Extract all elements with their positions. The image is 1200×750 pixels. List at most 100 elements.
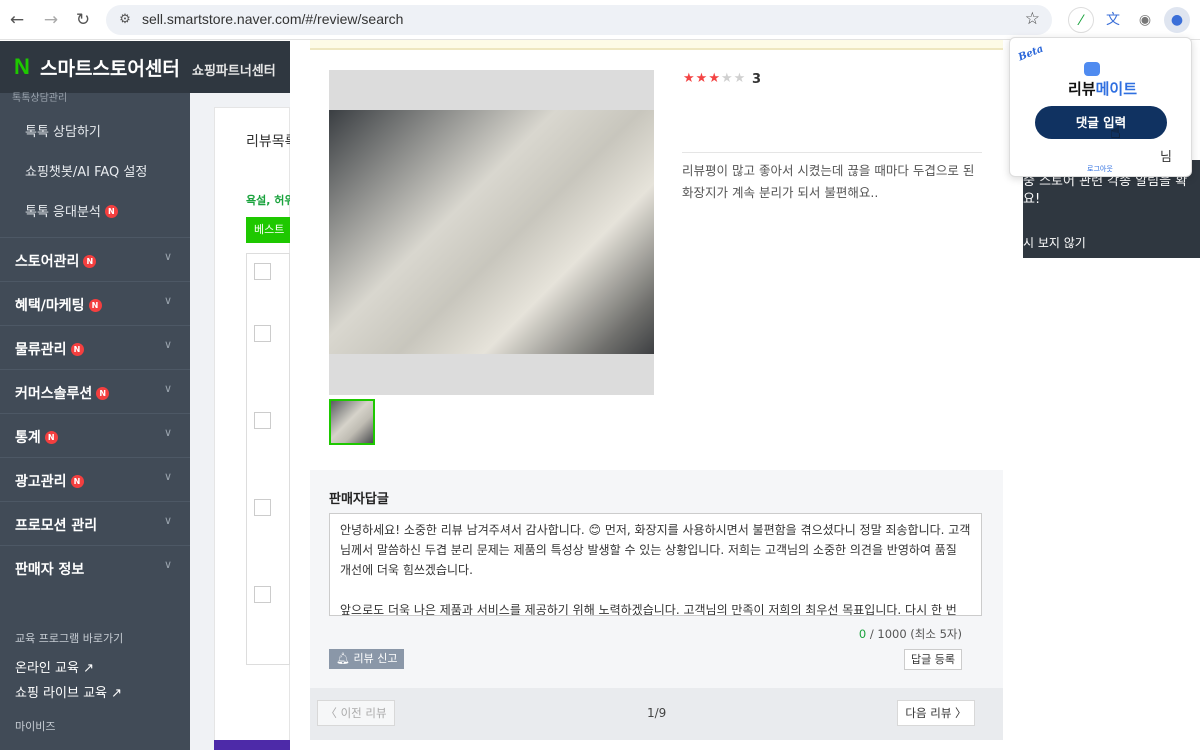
partner-center-link[interactable]: 쇼핑파트너센터 xyxy=(192,60,276,79)
submit-reply-button[interactable]: 답글 등록 xyxy=(904,649,962,670)
sidebar-item-label: 통계 xyxy=(15,430,41,446)
enter-comment-button[interactable]: 댓글 입력 xyxy=(1035,106,1167,139)
notification-text: 요! xyxy=(1023,192,1041,207)
prev-review-button[interactable]: 〈 이전 리뷰 xyxy=(317,700,395,726)
char-counter: 0 / 1000 (최소 5자) xyxy=(859,626,962,642)
review-pager: 〈 이전 리뷰 1/9 다음 리뷰 〉 xyxy=(310,688,1003,740)
row-checkbox[interactable] xyxy=(254,412,271,429)
star-empty-icon: ★ xyxy=(733,71,747,86)
review-mate-logo-icon xyxy=(1084,62,1100,76)
browser-toolbar: ← → ↻ ⚙ sell.smartstore.naver.com/#/revi… xyxy=(0,0,1200,40)
best-review-button[interactable]: 베스트리 xyxy=(246,217,290,262)
page-indicator: 1/9 xyxy=(647,706,667,720)
sidebar-item-talk-analysis[interactable]: 톡톡 응대분석 N xyxy=(0,189,190,229)
camera-icon[interactable]: ◉ xyxy=(1132,7,1158,33)
divider xyxy=(682,152,982,153)
reply-textarea[interactable]: 안녕하세요! 소중한 리뷰 남겨주셔서 감사합니다. 😊 먼저, 화장지를 사용… xyxy=(329,513,982,616)
star-empty-icon: ★ xyxy=(720,71,734,86)
popup-brand: 리뷰메이트 xyxy=(1068,78,1137,99)
review-mate-extension-icon[interactable]: ● xyxy=(1164,7,1190,33)
forward-icon[interactable]: → xyxy=(40,9,62,31)
sidebar-item-label: 쇼핑챗봇/AI FAQ 설정 xyxy=(25,165,148,180)
new-badge: N xyxy=(88,299,102,312)
modal-top-bar xyxy=(310,40,1003,50)
sidebar-item-label: 광고관리 xyxy=(15,474,67,490)
notice-text: 욕설, 허위 xyxy=(246,194,295,207)
sidebar-item-logistics[interactable]: 물류관리 N ∨ xyxy=(0,325,190,369)
chevron-down-icon: ∨ xyxy=(163,338,172,351)
chevron-down-icon: ∨ xyxy=(163,382,172,395)
review-photo[interactable] xyxy=(329,110,654,354)
review-table xyxy=(246,253,290,665)
row-checkbox[interactable] xyxy=(254,325,271,342)
brand-text-black: 리뷰 xyxy=(1068,80,1096,98)
sidebar-item-label: 프로모션 관리 xyxy=(15,518,98,534)
char-count-limit: / 1000 (최소 5자) xyxy=(866,627,962,641)
sidebar-item-talk-consult[interactable]: 톡톡 상담하기 xyxy=(0,109,190,149)
seller-reply-section: 판매자답글 안녕하세요! 소중한 리뷰 남겨주셔서 감사합니다. 😊 먼저, 화… xyxy=(310,470,1003,688)
rating-stars: ★★★★★ xyxy=(683,71,746,86)
new-badge: N xyxy=(104,205,118,218)
review-mate-popup: Beta 리뷰메이트 댓글 입력 님 로그아웃 xyxy=(1009,37,1192,177)
chevron-down-icon: ∨ xyxy=(163,514,172,527)
reply-title: 판매자답글 xyxy=(329,492,389,507)
sidebar-item-label: 물류관리 xyxy=(15,342,67,358)
sidebar-partial-heading: 톡톡상담관리 xyxy=(12,93,68,104)
back-icon[interactable]: ← xyxy=(6,9,28,31)
review-detail-modal: ★★★★★ 3 리뷰평이 많고 좋아서 시켰는데 끊을 때마다 두겹으로 된 화… xyxy=(290,40,1023,750)
sidebar-item-marketing[interactable]: 혜택/마케팅 N ∨ xyxy=(0,281,190,325)
bell-icon: 🔔︎ xyxy=(336,652,354,665)
row-checkbox[interactable] xyxy=(254,499,271,516)
next-review-button[interactable]: 다음 리뷰 〉 xyxy=(897,700,975,726)
chevron-down-icon: ∨ xyxy=(163,250,172,263)
chevron-down-icon: ∨ xyxy=(163,470,172,483)
chevron-down-icon: ∨ xyxy=(163,426,172,439)
app-title[interactable]: 스마트스토어센터 xyxy=(40,54,180,81)
extension-pen-icon[interactable]: ⁄ xyxy=(1068,7,1094,33)
url-text[interactable]: sell.smartstore.naver.com/#/review/searc… xyxy=(142,11,403,27)
sidebar-item-label: 톡톡 상담하기 xyxy=(25,125,101,140)
report-review-button[interactable]: 🔔︎ 리뷰 신고 xyxy=(329,649,405,669)
row-checkbox[interactable] xyxy=(254,586,271,603)
chevron-down-icon: ∨ xyxy=(163,558,172,571)
app-header: N 스마트스토어센터 쇼핑파트너센터 xyxy=(0,41,290,93)
star-filled-icon: ★ xyxy=(708,71,721,86)
sidebar: 톡톡상담관리 톡톡 상담하기 쇼핑챗봇/AI FAQ 설정 톡톡 응대분석 N 스… xyxy=(0,93,190,750)
sidebar-item-store[interactable]: 스토어관리 N ∨ xyxy=(0,237,190,281)
sidebar-item-label: 스토어관리 xyxy=(15,254,80,270)
bookmark-star-icon[interactable]: ☆ xyxy=(1025,9,1040,29)
naver-logo[interactable]: N xyxy=(14,54,30,80)
sidebar-item-ads[interactable]: 광고관리 N ∨ xyxy=(0,457,190,501)
new-badge: N xyxy=(96,387,110,400)
new-badge: N xyxy=(70,343,84,356)
sidebar-item-label: 혜택/마케팅 xyxy=(15,298,85,314)
sidebar-item-commerce-solution[interactable]: 커머스솔루션 N ∨ xyxy=(0,369,190,413)
select-all-checkbox[interactable] xyxy=(254,263,271,280)
online-education-link[interactable]: 온라인 교육 ↗ xyxy=(15,657,94,676)
report-review-label: 리뷰 신고 xyxy=(353,652,398,665)
site-settings-icon[interactable]: ⚙ xyxy=(116,11,134,29)
dont-show-again-link[interactable]: 시 보지 않기 xyxy=(1023,234,1086,251)
address-bar[interactable]: ⚙ sell.smartstore.naver.com/#/review/sea… xyxy=(106,5,1052,35)
review-photo-thumbnail[interactable] xyxy=(329,399,375,445)
education-heading: 교육 프로그램 바로가기 xyxy=(15,632,124,645)
sidebar-item-label: 커머스솔루션 xyxy=(15,386,93,402)
new-badge: N xyxy=(83,255,97,268)
translate-icon[interactable]: 文 xyxy=(1100,7,1126,33)
hand-cursor-icon: ☝ xyxy=(1110,122,1121,143)
review-photo-frame xyxy=(329,70,654,395)
logout-link[interactable]: 로그아웃 xyxy=(1087,164,1113,174)
star-filled-icon: ★ xyxy=(683,71,696,86)
beta-label: Beta xyxy=(1016,43,1046,64)
new-badge: N xyxy=(44,431,58,444)
sidebar-item-statistics[interactable]: 통계 N ∨ xyxy=(0,413,190,457)
new-badge: N xyxy=(70,475,84,488)
reload-icon[interactable]: ↻ xyxy=(72,9,94,31)
sidebar-item-chatbot-faq[interactable]: 쇼핑챗봇/AI FAQ 설정 xyxy=(0,149,190,189)
star-filled-icon: ★ xyxy=(695,71,709,86)
sidebar-item-label: 톡톡 응대분석 xyxy=(25,205,101,220)
chevron-down-icon: ∨ xyxy=(163,294,172,307)
shopping-live-education-link[interactable]: 쇼핑 라이브 교육 ↗ xyxy=(15,682,122,701)
sidebar-item-seller-info[interactable]: 판매자 정보 ∨ xyxy=(0,545,190,589)
sidebar-item-promotion[interactable]: 프로모션 관리 ∨ xyxy=(0,501,190,545)
